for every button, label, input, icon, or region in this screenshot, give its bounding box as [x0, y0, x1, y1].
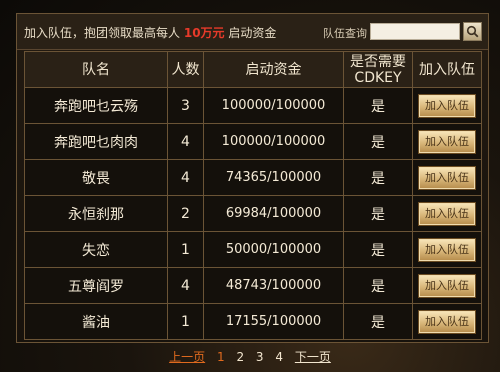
funds-cell: 17155/100000 — [203, 303, 344, 340]
team-name-cell: 奔跑吧乜肉肉 — [24, 123, 168, 160]
team-name-cell: 酱油 — [24, 303, 168, 340]
col-header-join: 加入队伍 — [412, 51, 482, 88]
cdkey-cell: 是 — [343, 195, 413, 232]
team-name-cell: 敬畏 — [24, 159, 168, 196]
col-header-funds: 启动资金 — [203, 51, 344, 88]
cdkey-cell: 是 — [343, 303, 413, 340]
team-name-cell: 永恒刹那 — [24, 195, 168, 232]
team-panel: 加入队伍，抱团领取最高每人 10万元 启动资金 队伍查询 队名 人数 启动资金 … — [16, 13, 489, 343]
join-team-button[interactable]: 加入队伍 — [419, 274, 475, 297]
promo-prefix: 加入队伍，抱团领取最高每人 — [24, 26, 181, 40]
page-link-3[interactable]: 3 — [256, 350, 264, 364]
table-row: 奔跑吧乜云殇 3 100000/100000 是加入队伍 — [24, 87, 482, 124]
top-bar: 加入队伍，抱团领取最高每人 10万元 启动资金 队伍查询 — [17, 14, 488, 50]
col-header-team-name: 队名 — [24, 51, 168, 88]
funds-cell: 100000/100000 — [203, 123, 344, 160]
prev-page-link[interactable]: 上一页 — [169, 350, 205, 364]
team-name-cell: 失恋 — [24, 231, 168, 268]
join-cell: 加入队伍 — [412, 159, 482, 196]
table-row: 酱油 1 17155/100000 是加入队伍 — [24, 303, 482, 340]
table-row: 失恋 1 50000/100000 是加入队伍 — [24, 231, 482, 268]
cdkey-cell: 是 — [343, 159, 413, 196]
members-cell: 2 — [167, 195, 204, 232]
team-table: 队名 人数 启动资金 是否需要CDKEY 加入队伍 奔跑吧乜云殇 3 100000/… — [24, 51, 482, 340]
table-row: 敬畏 4 74365/100000 是加入队伍 — [24, 159, 482, 196]
cdkey-cell: 是 — [343, 231, 413, 268]
search-icon — [466, 25, 479, 38]
members-cell: 1 — [167, 231, 204, 268]
cdkey-cell: 是 — [343, 87, 413, 124]
table-row: 永恒刹那 2 69984/100000 是加入队伍 — [24, 195, 482, 232]
col-header-cdkey: 是否需要CDKEY — [343, 51, 413, 88]
table-row: 五尊阎罗 4 48743/100000 是加入队伍 — [24, 267, 482, 304]
join-team-button[interactable]: 加入队伍 — [419, 310, 475, 333]
table-header-row: 队名 人数 启动资金 是否需要CDKEY 加入队伍 — [24, 51, 482, 88]
join-team-button[interactable]: 加入队伍 — [419, 130, 475, 153]
table-row: 奔跑吧乜肉肉 4 100000/100000 是加入队伍 — [24, 123, 482, 160]
join-team-button[interactable]: 加入队伍 — [419, 202, 475, 225]
page-link-2[interactable]: 2 — [236, 350, 244, 364]
page-link-1[interactable]: 1 — [217, 350, 225, 364]
promo-text: 加入队伍，抱团领取最高每人 10万元 启动资金 — [24, 24, 276, 41]
join-cell: 加入队伍 — [412, 303, 482, 340]
team-name-cell: 奔跑吧乜云殇 — [24, 87, 168, 124]
members-cell: 3 — [167, 87, 204, 124]
promo-highlight: 10万元 — [183, 26, 225, 40]
search-label: 队伍查询 — [323, 27, 367, 40]
join-cell: 加入队伍 — [412, 267, 482, 304]
members-cell: 4 — [167, 159, 204, 196]
funds-cell: 69984/100000 — [203, 195, 344, 232]
col-header-members: 人数 — [167, 51, 204, 88]
members-cell: 4 — [167, 267, 204, 304]
funds-cell: 50000/100000 — [203, 231, 344, 268]
members-cell: 4 — [167, 123, 204, 160]
join-cell: 加入队伍 — [412, 87, 482, 124]
members-cell: 1 — [167, 303, 204, 340]
cdkey-cell: 是 — [343, 123, 413, 160]
col-header-cdkey-label: 是否需要CDKEY — [350, 53, 406, 86]
funds-cell: 74365/100000 — [203, 159, 344, 196]
funds-cell: 100000/100000 — [203, 87, 344, 124]
funds-cell: 48743/100000 — [203, 267, 344, 304]
team-search-input[interactable] — [370, 23, 460, 40]
promo-suffix: 启动资金 — [228, 26, 277, 40]
next-page-link[interactable]: 下一页 — [295, 350, 331, 364]
join-cell: 加入队伍 — [412, 123, 482, 160]
join-team-button[interactable]: 加入队伍 — [419, 94, 475, 117]
join-cell: 加入队伍 — [412, 195, 482, 232]
join-team-button[interactable]: 加入队伍 — [419, 238, 475, 261]
page-link-4[interactable]: 4 — [275, 350, 283, 364]
join-cell: 加入队伍 — [412, 231, 482, 268]
pagination: 上一页 1 2 3 4 下一页 — [0, 348, 500, 365]
team-name-cell: 五尊阎罗 — [24, 267, 168, 304]
cdkey-cell: 是 — [343, 267, 413, 304]
search-button[interactable] — [463, 22, 482, 41]
join-team-button[interactable]: 加入队伍 — [419, 166, 475, 189]
